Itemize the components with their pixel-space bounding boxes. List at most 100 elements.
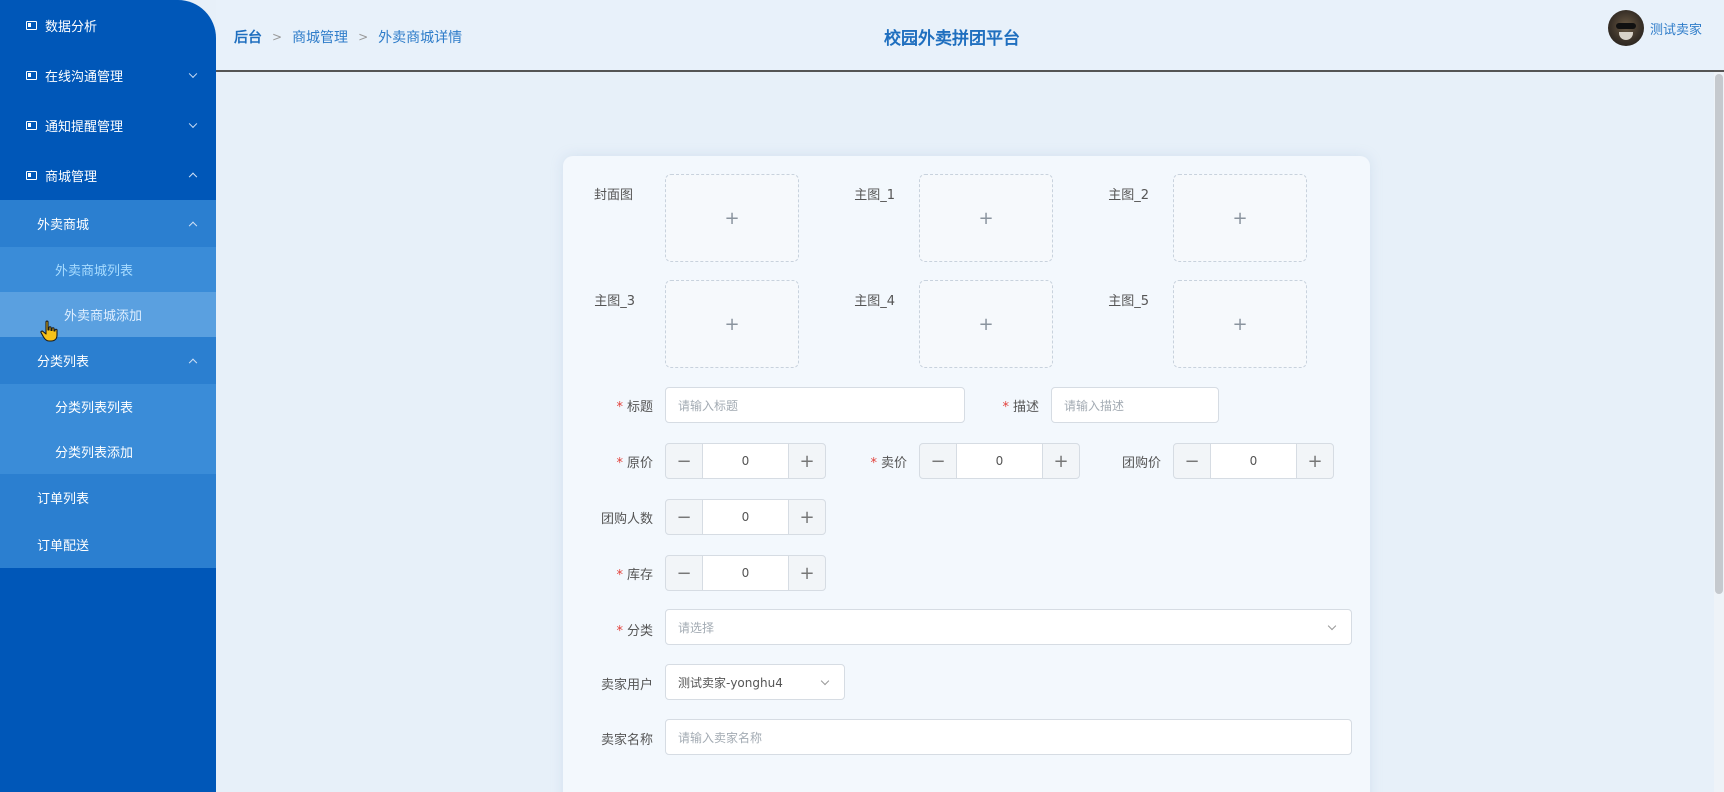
seller-user-value: 测试卖家-yonghu4 bbox=[678, 675, 783, 690]
sidebar-item-label: 订单列表 bbox=[37, 492, 90, 507]
sidebar-item-category-add[interactable]: 分类列表添加 bbox=[0, 429, 216, 474]
sidebar-item-label: 分类列表添加 bbox=[55, 446, 134, 461]
sidebar-item-label: 外卖商城列表 bbox=[55, 264, 134, 279]
sidebar-item-mall[interactable]: 商城管理 bbox=[0, 150, 216, 200]
menu-icon bbox=[26, 120, 37, 130]
main-image-3-upload[interactable]: + bbox=[665, 280, 799, 368]
group-price-value[interactable]: 0 bbox=[1210, 444, 1297, 478]
page-title: 校园外卖拼团平台 bbox=[884, 29, 1020, 49]
seller-name-label: 卖家名称 bbox=[600, 733, 653, 748]
seller-user-select[interactable]: 测试卖家-yonghu4 bbox=[665, 664, 845, 700]
sidebar-item-data-analysis[interactable]: 数据分析 bbox=[0, 0, 216, 50]
category-placeholder: 请选择 bbox=[678, 620, 715, 635]
group-price-stepper: − 0 + bbox=[1173, 443, 1334, 479]
scrollbar[interactable] bbox=[1714, 72, 1724, 792]
sidebar-item-label: 通知提醒管理 bbox=[45, 119, 124, 135]
group-count-stepper: − 0 + bbox=[665, 499, 826, 535]
cover-image-label: 封面图 bbox=[593, 188, 633, 203]
main-image-2-label: 主图_2 bbox=[1108, 188, 1149, 203]
desc-input[interactable]: 请输入描述 bbox=[1051, 387, 1219, 423]
sidebar-item-order-delivery[interactable]: 订单配送 bbox=[0, 521, 216, 568]
chevron-down-icon bbox=[1327, 621, 1337, 631]
original-price-label: * 原价 bbox=[616, 456, 653, 471]
sidebar-item-label: 外卖商城添加 bbox=[64, 309, 143, 324]
scrollbar-thumb[interactable] bbox=[1715, 74, 1723, 594]
sidebar-item-label: 在线沟通管理 bbox=[45, 69, 124, 85]
decrement-button[interactable]: − bbox=[1174, 444, 1210, 478]
sale-price-value[interactable]: 0 bbox=[956, 444, 1043, 478]
cover-image-upload[interactable]: + bbox=[665, 174, 799, 262]
menu-icon bbox=[26, 170, 37, 180]
seller-user-label: 卖家用户 bbox=[600, 678, 653, 693]
plus-icon: + bbox=[978, 313, 994, 335]
title-label: * 标题 bbox=[616, 400, 653, 415]
sidebar-item-label: 订单配送 bbox=[37, 539, 90, 554]
main-image-1-upload[interactable]: + bbox=[919, 174, 1053, 262]
original-price-stepper: − 0 + bbox=[665, 443, 826, 479]
sidebar: 数据分析 在线沟通管理 通知提醒管理 商城管理 外卖商城 外卖商城列表 外卖商城… bbox=[0, 0, 216, 792]
menu-icon bbox=[26, 20, 37, 30]
original-price-value[interactable]: 0 bbox=[702, 444, 789, 478]
stock-stepper: − 0 + bbox=[665, 555, 826, 591]
group-price-label: 团购价 bbox=[1121, 456, 1161, 471]
chevron-up-icon bbox=[188, 358, 198, 367]
header: 后台 > 商城管理 > 外卖商城详情 校园外卖拼团平台 测试卖家 bbox=[216, 0, 1724, 72]
increment-button[interactable]: + bbox=[789, 444, 825, 478]
sidebar-item-takeaway-list[interactable]: 外卖商城列表 bbox=[0, 247, 216, 292]
stock-value[interactable]: 0 bbox=[702, 556, 789, 590]
user-name[interactable]: 测试卖家 bbox=[1650, 19, 1702, 38]
desc-label: * 描述 bbox=[1002, 400, 1039, 415]
stock-label: * 库存 bbox=[616, 568, 653, 583]
sidebar-item-label: 数据分析 bbox=[45, 19, 98, 35]
sidebar-item-notifications[interactable]: 通知提醒管理 bbox=[0, 100, 216, 150]
submenu-mall: 外卖商城 外卖商城列表 外卖商城添加 分类列表 分类列表列表 分类列表添加 订单… bbox=[0, 200, 216, 568]
sidebar-item-category[interactable]: 分类列表 bbox=[0, 337, 216, 384]
sidebar-item-category-list[interactable]: 分类列表列表 bbox=[0, 384, 216, 429]
hand-cursor-icon bbox=[40, 320, 58, 342]
plus-icon: + bbox=[978, 207, 994, 229]
decrement-button[interactable]: − bbox=[666, 444, 702, 478]
menu-icon bbox=[26, 70, 37, 80]
category-select[interactable]: 请选择 bbox=[665, 609, 1352, 645]
increment-button[interactable]: + bbox=[1297, 444, 1333, 478]
sidebar-item-label: 外卖商城 bbox=[37, 218, 90, 233]
main-image-2-upload[interactable]: + bbox=[1173, 174, 1307, 262]
sale-price-stepper: − 0 + bbox=[919, 443, 1080, 479]
group-count-label: 团购人数 bbox=[600, 512, 653, 527]
main-image-5-upload[interactable]: + bbox=[1173, 280, 1307, 368]
decrement-button[interactable]: − bbox=[920, 444, 956, 478]
title-input[interactable]: 请输入标题 bbox=[665, 387, 965, 423]
main-image-4-label: 主图_4 bbox=[854, 294, 895, 309]
main-image-5-label: 主图_5 bbox=[1108, 294, 1149, 309]
seller-name-input[interactable]: 请输入卖家名称 bbox=[665, 719, 1352, 755]
category-label: * 分类 bbox=[616, 624, 653, 639]
avatar[interactable] bbox=[1607, 10, 1644, 46]
main-image-1-label: 主图_1 bbox=[854, 188, 895, 203]
sidebar-item-order-list[interactable]: 订单列表 bbox=[0, 474, 216, 521]
product-form: 封面图 + 主图_1 + 主图_2 + 主图_3 + 主图_4 + 主图_5 +… bbox=[563, 156, 1370, 792]
plus-icon: + bbox=[724, 207, 740, 229]
chevron-up-icon bbox=[188, 221, 198, 230]
sidebar-item-takeaway[interactable]: 外卖商城 bbox=[0, 200, 216, 247]
increment-button[interactable]: + bbox=[789, 500, 825, 534]
chevron-down-icon bbox=[188, 69, 198, 79]
sidebar-item-label: 分类列表列表 bbox=[55, 401, 134, 416]
main-image-3-label: 主图_3 bbox=[594, 294, 635, 309]
user-menu[interactable]: 测试卖家 bbox=[1607, 10, 1702, 46]
sidebar-item-label: 商城管理 bbox=[45, 169, 98, 185]
sidebar-item-label: 分类列表 bbox=[37, 355, 90, 370]
chevron-down-icon bbox=[188, 119, 198, 129]
chevron-down-icon bbox=[820, 676, 830, 686]
plus-icon: + bbox=[1232, 313, 1248, 335]
sidebar-item-online-chat[interactable]: 在线沟通管理 bbox=[0, 50, 216, 100]
sale-price-label: * 卖价 bbox=[870, 456, 907, 471]
increment-button[interactable]: + bbox=[1043, 444, 1079, 478]
plus-icon: + bbox=[724, 313, 740, 335]
increment-button[interactable]: + bbox=[789, 556, 825, 590]
sidebar-item-takeaway-add[interactable]: 外卖商城添加 bbox=[0, 292, 216, 337]
main-image-4-upload[interactable]: + bbox=[919, 280, 1053, 368]
group-count-value[interactable]: 0 bbox=[702, 500, 789, 534]
decrement-button[interactable]: − bbox=[666, 500, 702, 534]
decrement-button[interactable]: − bbox=[666, 556, 702, 590]
chevron-up-icon bbox=[188, 172, 198, 182]
